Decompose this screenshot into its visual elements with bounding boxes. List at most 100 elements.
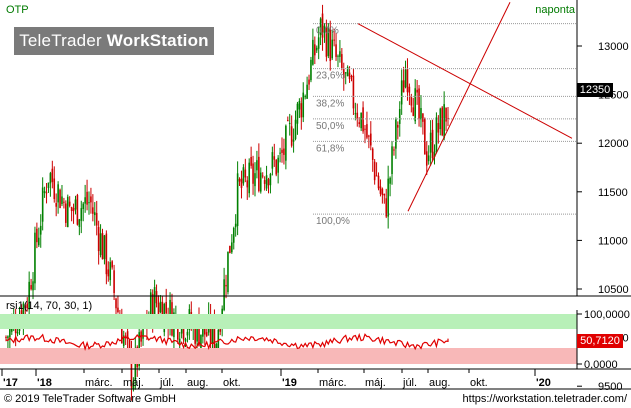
candle-body bbox=[229, 245, 231, 254]
candle-body bbox=[283, 148, 285, 155]
candle-body bbox=[90, 196, 92, 203]
candle-body bbox=[354, 113, 357, 115]
candle-body bbox=[63, 201, 65, 203]
candle-body bbox=[186, 331, 189, 336]
candle-body bbox=[263, 180, 266, 184]
candle-body bbox=[232, 227, 235, 243]
candle-body bbox=[231, 242, 233, 253]
candle-body bbox=[277, 157, 279, 173]
candle-body bbox=[269, 173, 272, 186]
candle-body bbox=[88, 202, 90, 204]
candle-body bbox=[377, 175, 380, 189]
candle-body bbox=[445, 107, 447, 122]
candle-body bbox=[348, 72, 351, 79]
candle-body bbox=[103, 235, 106, 260]
candle-body bbox=[391, 146, 393, 175]
candle-body bbox=[61, 196, 63, 205]
candle-body bbox=[406, 68, 409, 93]
candle-body bbox=[356, 112, 359, 120]
candle-body bbox=[55, 203, 57, 207]
candle-body bbox=[65, 203, 67, 223]
candle-body bbox=[302, 92, 305, 118]
candle-body bbox=[344, 72, 347, 74]
candle-body bbox=[72, 208, 75, 212]
candle-body bbox=[39, 225, 42, 235]
candle-body bbox=[47, 182, 50, 189]
candle-body bbox=[101, 233, 104, 260]
candle-body bbox=[317, 37, 320, 49]
candle-body bbox=[339, 51, 341, 57]
candle-body bbox=[84, 197, 86, 204]
ticker-label: OTP bbox=[6, 4, 29, 16]
candle-body bbox=[223, 279, 225, 310]
price-tick-label: 10500 bbox=[598, 284, 629, 296]
candle-body bbox=[358, 122, 361, 124]
candle-body bbox=[393, 149, 395, 151]
candle-body bbox=[402, 80, 405, 93]
rsi-overbought-zone bbox=[0, 314, 577, 329]
candle-body bbox=[398, 109, 401, 124]
period-label: naponta bbox=[535, 4, 575, 16]
candle-body bbox=[200, 334, 202, 349]
candle-body bbox=[381, 188, 384, 196]
candle-body bbox=[49, 173, 52, 184]
indicator-label[interactable]: rsi1(14, 70, 30, 1) bbox=[6, 300, 92, 312]
candle-body bbox=[30, 285, 32, 290]
candle-body bbox=[32, 281, 34, 291]
candle-body bbox=[124, 335, 127, 337]
candle-body bbox=[352, 75, 355, 109]
candle-body bbox=[331, 39, 333, 59]
candle-body bbox=[310, 59, 312, 81]
time-tick-label: aug. bbox=[429, 377, 450, 389]
candle-body bbox=[66, 196, 69, 228]
candle-body bbox=[304, 96, 306, 98]
candle-body bbox=[427, 155, 430, 162]
candle-body bbox=[184, 339, 187, 342]
candle-body bbox=[314, 44, 316, 56]
candle-body bbox=[215, 343, 218, 349]
candle-body bbox=[78, 219, 81, 227]
candle-body bbox=[205, 332, 208, 337]
candle-body bbox=[236, 173, 239, 227]
candle-body bbox=[178, 338, 181, 343]
candle-body bbox=[238, 179, 241, 182]
candle-body bbox=[333, 39, 335, 41]
candle-body bbox=[59, 189, 61, 208]
time-tick-label: márc. bbox=[319, 377, 347, 389]
candle-body bbox=[368, 135, 370, 137]
candle-body bbox=[153, 287, 156, 319]
source-url[interactable]: https://workstation.teletrader.com/ bbox=[463, 393, 627, 405]
time-tick-label: júl. bbox=[402, 377, 417, 389]
candle-body bbox=[159, 301, 162, 313]
candle-body bbox=[41, 187, 44, 222]
fib-level-label: 0,0% bbox=[316, 26, 339, 37]
candle-body bbox=[242, 167, 245, 184]
candle-body bbox=[92, 207, 94, 214]
price-tick-label: 12000 bbox=[598, 138, 629, 150]
fib-level-label: 50,0% bbox=[316, 121, 344, 132]
price-tick-label: 13000 bbox=[598, 41, 629, 53]
candle-body bbox=[74, 199, 77, 210]
candle-body bbox=[93, 212, 96, 216]
fib-level-label: 61,8% bbox=[316, 143, 344, 154]
candle-body bbox=[265, 175, 268, 189]
rsi-value-tag: 50,7120 bbox=[577, 334, 623, 348]
candle-body bbox=[76, 195, 79, 225]
candle-body bbox=[335, 44, 337, 57]
candle-body bbox=[429, 132, 432, 153]
candle-body bbox=[105, 233, 108, 275]
candle-body bbox=[80, 208, 83, 221]
candle-body bbox=[281, 149, 283, 153]
candle-body bbox=[279, 152, 281, 154]
time-tick-label: '18 bbox=[37, 377, 52, 389]
candle-body bbox=[5, 336, 7, 338]
candle-body bbox=[371, 148, 374, 160]
candle-body bbox=[400, 80, 403, 105]
candle-body bbox=[414, 88, 416, 122]
candle-body bbox=[109, 262, 112, 281]
candle-body bbox=[57, 184, 59, 203]
fib-level-label: 100,0% bbox=[316, 216, 350, 227]
candle-body bbox=[294, 119, 297, 140]
time-tick-label: okt. bbox=[470, 377, 488, 389]
candle-body bbox=[420, 108, 422, 120]
